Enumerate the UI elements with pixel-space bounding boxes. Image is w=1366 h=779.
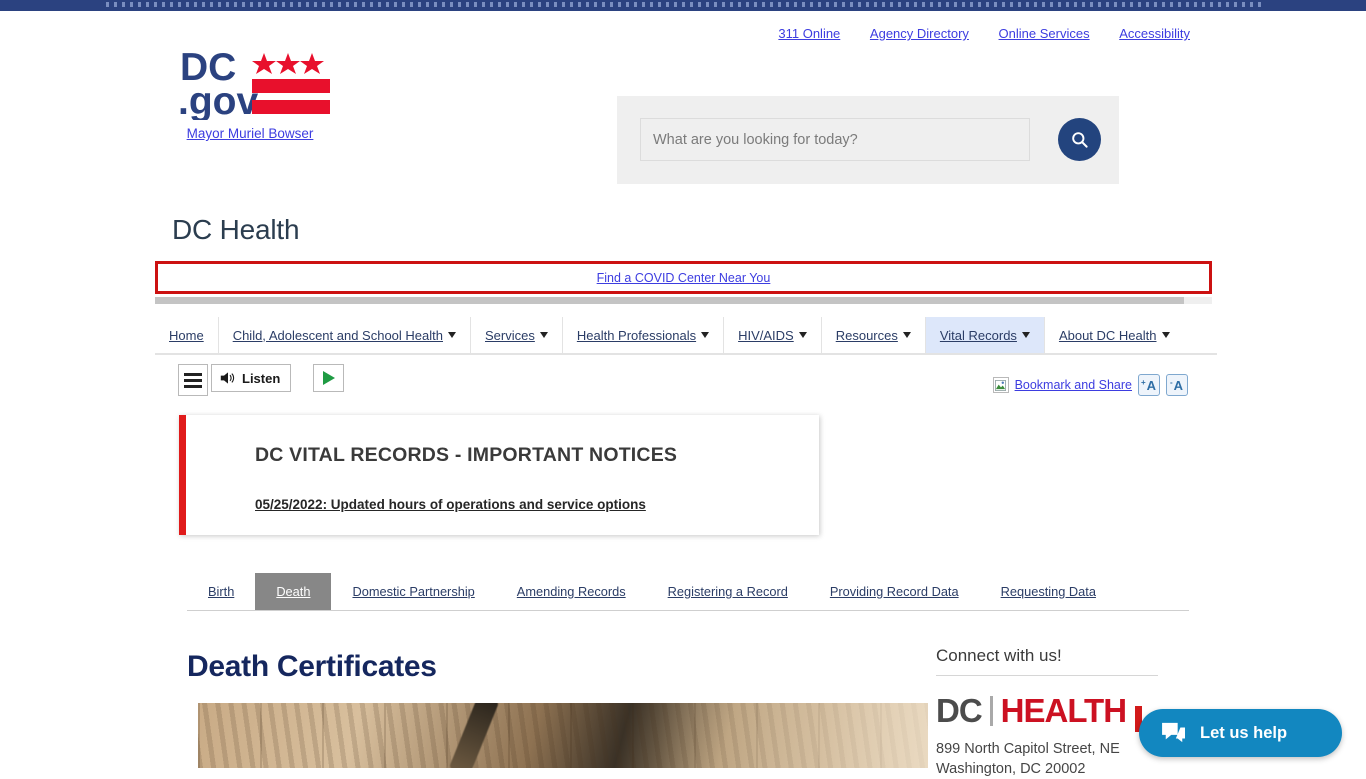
dc-health-logo-health: HEALTH [1000, 692, 1127, 729]
death-certificate-hero-image [198, 703, 928, 768]
page-title: Death Certificates [187, 650, 437, 684]
utility-link-agency-directory[interactable]: Agency Directory [870, 26, 969, 41]
search-panel [617, 96, 1119, 184]
play-icon [322, 371, 335, 385]
nav-item-label: HIV/AIDS [738, 327, 794, 343]
chevron-down-icon [701, 332, 710, 338]
nav-item-label: Services [485, 327, 535, 343]
tab-label: Registering a Record [667, 584, 788, 599]
increase-font-size-button[interactable]: + A [1138, 374, 1160, 396]
main-navigation: Home Child, Adolescent and School Health… [155, 317, 1217, 355]
mayor-link[interactable]: Mayor Muriel Bowser [180, 126, 320, 141]
dc-health-logo-dc: DC [936, 692, 983, 729]
search-icon [1072, 132, 1088, 148]
tab-label: Birth [208, 584, 235, 599]
share-and-font-controls: Bookmark and Share + A -A [992, 374, 1188, 396]
important-notices-card: DC VITAL RECORDS - IMPORTANT NOTICES 05/… [179, 415, 819, 535]
nav-item-resources[interactable]: Resources [822, 317, 926, 353]
utility-nav: 311 Online Agency Directory Online Servi… [0, 26, 1190, 41]
search-input[interactable] [640, 118, 1030, 161]
chevron-down-icon [1161, 332, 1170, 338]
nav-item-home[interactable]: Home [155, 317, 219, 353]
rail-title: Connect with us! [936, 646, 1158, 676]
chevron-down-icon [539, 332, 548, 338]
utility-link-accessibility[interactable]: Accessibility [1119, 26, 1190, 41]
tab-registering-a-record[interactable]: Registering a Record [647, 573, 809, 610]
hamburger-icon[interactable] [178, 364, 208, 396]
tab-death[interactable]: Death [255, 573, 332, 610]
hero-highlight-overlay [658, 703, 928, 768]
tab-label: Domestic Partnership [352, 584, 475, 599]
nav-item-health-professionals[interactable]: Health Professionals [563, 317, 725, 353]
dc-health-logo-divider [989, 696, 993, 726]
tab-label: Amending Records [516, 584, 626, 599]
bookmark-and-share-link[interactable]: Bookmark and Share [1015, 378, 1132, 392]
tab-requesting-data[interactable]: Requesting Data [980, 573, 1117, 610]
nav-item-about-dc-health[interactable]: About DC Health [1045, 317, 1184, 353]
dc-gov-logo-block[interactable]: DC .gov Mayor Muriel Bowser [180, 48, 410, 141]
notice-title: DC VITAL RECORDS - IMPORTANT NOTICES [255, 444, 678, 466]
utility-link-311-online[interactable]: 311 Online [778, 26, 840, 41]
chevron-down-icon [902, 332, 911, 338]
chevron-down-icon [448, 332, 456, 338]
tab-amending-records[interactable]: Amending Records [496, 573, 647, 610]
nav-item-label: Vital Records [939, 327, 1017, 343]
tab-label: Requesting Data [1000, 584, 1096, 599]
nav-item-hiv-aids[interactable]: HIV/AIDS [724, 317, 822, 353]
nav-item-label: Home [169, 327, 204, 343]
horizontal-scrollbar-thumb[interactable] [155, 297, 1184, 304]
dc-gov-logo-icon: DC .gov [180, 48, 330, 120]
nav-item-vital-records[interactable]: Vital Records [925, 317, 1045, 353]
tab-providing-record-data[interactable]: Providing Record Data [809, 573, 980, 610]
chevron-down-icon [798, 332, 807, 338]
listen-button[interactable]: Listen [211, 364, 292, 392]
chat-label: Let us help [1200, 723, 1288, 742]
nav-item-child-adolescent-and-school-health[interactable]: Child, Adolescent and School Health [219, 317, 471, 353]
let-us-help-chat-button[interactable]: Let us help [1139, 709, 1342, 757]
nav-item-label: About DC Health [1058, 327, 1157, 343]
speaker-icon [220, 372, 235, 384]
address-line-2: Washington, DC 20002 [936, 761, 1086, 777]
dc-gov-top-bar [0, 0, 1366, 11]
nav-item-services[interactable]: Services [471, 317, 563, 353]
vital-records-tabs: Birth Death Domestic Partnership Amendin… [187, 573, 1189, 611]
tab-label: Providing Record Data [829, 584, 959, 599]
listen-label: Listen [242, 370, 281, 386]
broken-image-icon [992, 377, 1009, 393]
decrease-font-size-button[interactable]: -A [1166, 374, 1188, 396]
tab-domestic-partnership[interactable]: Domestic Partnership [331, 573, 495, 610]
search-button[interactable] [1058, 118, 1101, 161]
nav-item-label: Child, Adolescent and School Health [232, 327, 443, 343]
nav-item-label: Health Professionals [576, 327, 697, 343]
covid-center-link[interactable]: Find a COVID Center Near You [597, 271, 771, 285]
covid-alert-banner: Find a COVID Center Near You [155, 261, 1212, 294]
font-increase-label: A [1146, 377, 1157, 393]
tab-birth[interactable]: Birth [187, 573, 255, 610]
nav-item-label: Resources [835, 327, 898, 343]
svg-text:.gov: .gov [180, 80, 258, 120]
play-button[interactable] [313, 364, 344, 392]
chevron-down-icon [1021, 332, 1030, 338]
tab-label: Death [276, 584, 311, 599]
notice-link[interactable]: 05/25/2022: Updated hours of operations … [255, 497, 646, 512]
top-bar-dot-pattern [106, 2, 1266, 7]
chat-bubble-icon [1162, 722, 1185, 743]
font-decrease-label: A [1173, 377, 1184, 393]
utility-link-online-services[interactable]: Online Services [999, 26, 1090, 41]
agency-title: DC Health [172, 214, 300, 245]
